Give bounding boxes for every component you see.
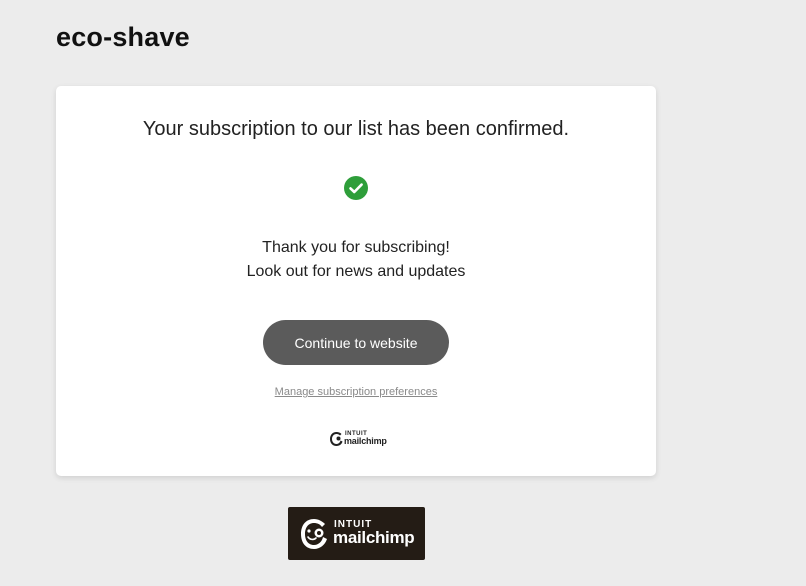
footer-logo-mailchimp-text: mailchimp bbox=[344, 436, 387, 446]
badge-mailchimp-text: mailchimp bbox=[333, 528, 415, 547]
intuit-mailchimp-badge[interactable]: INTUIT mailchimp bbox=[288, 507, 425, 560]
confirmation-heading: Your subscription to our list has been c… bbox=[142, 118, 570, 140]
continue-to-website-button[interactable]: Continue to website bbox=[263, 320, 449, 365]
mailchimp-freddie-icon bbox=[330, 432, 343, 446]
thank-you-message: Thank you for subscribing! Look out for … bbox=[56, 236, 656, 284]
confirmation-card: Your subscription to our list has been c… bbox=[56, 86, 656, 476]
message-line-1: Thank you for subscribing! bbox=[262, 239, 450, 256]
check-circle-icon bbox=[344, 176, 368, 200]
brand-title: eco-shave bbox=[56, 22, 190, 52]
manage-preferences-link[interactable]: Manage subscription preferences bbox=[56, 386, 656, 398]
message-line-2: Look out for news and updates bbox=[246, 263, 466, 280]
mailchimp-footer-logo[interactable]: INTUIT mailchimp bbox=[329, 430, 387, 448]
mailchimp-freddie-icon bbox=[301, 519, 327, 549]
